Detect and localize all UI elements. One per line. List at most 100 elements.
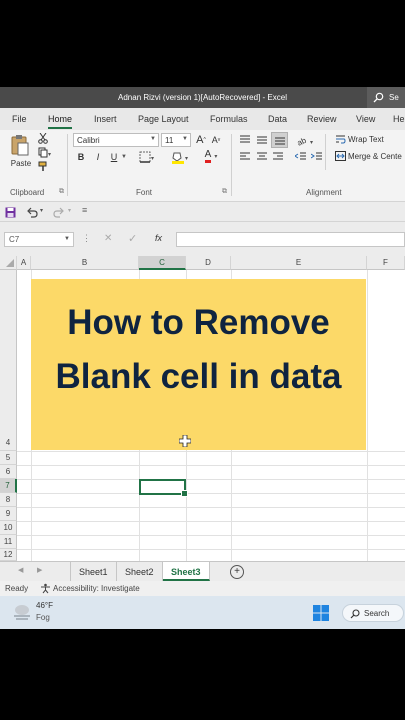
font-name-value: Calibri	[77, 136, 100, 145]
align-center-icon[interactable]	[255, 151, 269, 163]
copy-icon[interactable]: ▾	[37, 146, 53, 158]
orientation-icon[interactable]: ab ▾	[296, 134, 318, 146]
column-header-c[interactable]: C	[139, 256, 186, 270]
sheet-tab-sheet3[interactable]: Sheet3	[163, 562, 210, 581]
gridline	[17, 521, 405, 522]
decrease-indent-icon[interactable]	[294, 151, 308, 163]
redo-icon[interactable]	[53, 207, 65, 218]
sheet-tab-sheet1[interactable]: Sheet1	[70, 562, 117, 581]
svg-text:▾: ▾	[310, 140, 313, 146]
tab-page-layout[interactable]: Page Layout	[138, 114, 189, 124]
customize-qat-icon[interactable]: ≡	[82, 205, 87, 215]
ribbon: Paste ▾ Clipboard ⧉ Calibri ▼ 11 ▼ A ^ Av B…	[0, 130, 405, 202]
clipboard-launcher-icon[interactable]: ⧉	[59, 188, 64, 196]
tab-file[interactable]: File	[12, 114, 27, 124]
title-search[interactable]: Se	[367, 87, 405, 108]
cancel-icon[interactable]: ✕	[104, 233, 112, 244]
select-all-corner[interactable]	[0, 256, 17, 270]
separator	[231, 134, 232, 196]
title-banner[interactable]: How to Remove Blank cell in data	[31, 279, 366, 450]
row-header-11[interactable]: 11	[0, 535, 17, 549]
chevron-down-icon: ▼	[150, 136, 156, 142]
group-font-label: Font	[136, 188, 153, 197]
accessibility-status[interactable]: Accessibility: Investigate	[53, 584, 140, 593]
row-header-8[interactable]: 8	[0, 493, 17, 507]
underline-button[interactable]: U	[109, 150, 119, 164]
gridline	[17, 451, 405, 452]
enter-icon[interactable]: ✓	[128, 232, 137, 245]
tab-formulas[interactable]: Formulas	[210, 114, 248, 124]
cut-icon[interactable]	[37, 132, 49, 144]
separator	[325, 134, 326, 170]
italic-button[interactable]: I	[93, 150, 103, 164]
merge-center-button[interactable]: Merge & Cente	[348, 152, 402, 161]
column-header-d[interactable]: D	[186, 256, 231, 270]
column-header-f[interactable]: F	[367, 256, 405, 270]
paste-button[interactable]	[8, 134, 32, 156]
column-header-b[interactable]: B	[31, 256, 139, 270]
status-bar: Ready Accessibility: Investigate	[0, 581, 405, 596]
row-header-10[interactable]: 10	[0, 521, 17, 535]
chevron-down-icon[interactable]: ▼	[64, 236, 70, 242]
svg-text:▾: ▾	[151, 156, 154, 162]
grow-font-label: A	[196, 134, 204, 146]
align-bottom-icon[interactable]	[271, 132, 288, 148]
undo-icon[interactable]	[26, 207, 38, 218]
gridline	[367, 270, 368, 561]
row-header-4[interactable]: 4	[0, 270, 17, 451]
add-sheet-button[interactable]: +	[230, 565, 244, 579]
row-header-6[interactable]: 6	[0, 465, 17, 479]
row-header-12[interactable]: 12	[0, 549, 17, 561]
font-color-letter: A	[204, 150, 212, 163]
tab-view[interactable]: View	[356, 114, 375, 124]
font-size-select[interactable]: 11 ▼	[161, 133, 191, 147]
row-header-5[interactable]: 5	[0, 451, 17, 465]
scroll-left-icon[interactable]: ◀	[18, 566, 23, 574]
align-right-icon[interactable]	[271, 151, 285, 163]
tab-data[interactable]: Data	[268, 114, 287, 124]
fill-color-button[interactable]: ▾	[170, 150, 192, 164]
column-header-a[interactable]: A	[17, 256, 31, 270]
sheet-tab-sheet2[interactable]: Sheet2	[117, 562, 163, 581]
formula-input[interactable]	[176, 232, 405, 247]
font-name-select[interactable]: Calibri ▼	[73, 133, 159, 147]
banner-line-2: Blank cell in data	[55, 357, 342, 396]
chevron-down-icon[interactable]: ▾	[68, 207, 71, 214]
gridline	[17, 465, 405, 466]
accessibility-icon[interactable]	[40, 583, 51, 594]
paste-label[interactable]: Paste	[8, 158, 34, 168]
wrap-text-icon[interactable]	[334, 133, 346, 145]
merge-center-icon[interactable]	[334, 150, 346, 162]
tab-home[interactable]: Home	[48, 114, 73, 129]
align-middle-icon[interactable]	[255, 134, 269, 146]
row-header-9[interactable]: 9	[0, 507, 17, 521]
tab-help[interactable]: He	[393, 114, 405, 124]
borders-button[interactable]: ▾	[138, 150, 158, 164]
increase-indent-icon[interactable]	[310, 151, 324, 163]
taskbar-search[interactable]: Search	[342, 604, 404, 622]
align-top-icon[interactable]	[238, 134, 252, 146]
scroll-right-icon[interactable]: ▶	[37, 566, 42, 574]
tab-review[interactable]: Review	[307, 114, 337, 124]
chevron-down-icon[interactable]: ▾	[40, 207, 43, 214]
bold-button[interactable]: B	[76, 150, 86, 164]
save-icon[interactable]	[5, 207, 16, 218]
font-launcher-icon[interactable]: ⧉	[222, 188, 227, 196]
wrap-text-button[interactable]: Wrap Text	[348, 135, 384, 144]
insert-function-button[interactable]: fx	[155, 233, 162, 243]
cell-cursor-icon	[179, 435, 191, 447]
column-header-e[interactable]: E	[231, 256, 367, 270]
windows-start-icon[interactable]	[313, 605, 329, 621]
format-painter-icon[interactable]	[37, 160, 49, 172]
tab-insert[interactable]: Insert	[94, 114, 117, 124]
font-color-button[interactable]: A ▾	[200, 149, 222, 164]
shrink-font-button[interactable]: Av	[210, 133, 222, 147]
align-left-icon[interactable]	[238, 151, 252, 163]
row-header-7[interactable]: 7	[0, 479, 17, 493]
name-box[interactable]: C7 ▼	[4, 232, 74, 247]
grow-font-button[interactable]: A ^	[195, 133, 207, 147]
chevron-down-icon[interactable]: ▼	[121, 154, 127, 160]
fog-weather-icon[interactable]	[12, 604, 32, 620]
active-cell-c7[interactable]	[139, 479, 188, 497]
separator	[67, 134, 68, 196]
